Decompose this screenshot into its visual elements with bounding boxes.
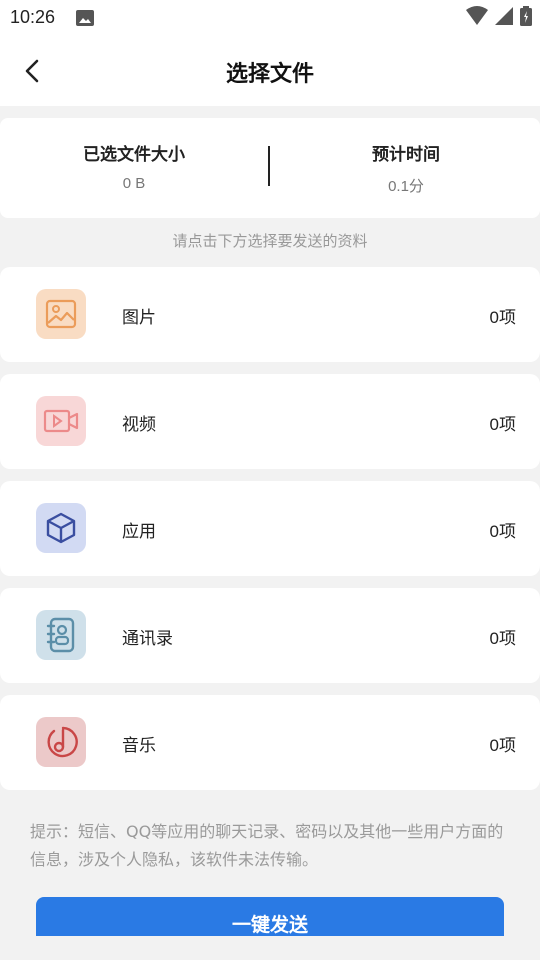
status-time: 10:26 (10, 7, 56, 27)
file-type-count: 0项 (489, 629, 516, 648)
privacy-tip: 提示：短信、QQ等应用的聊天记录、密码以及其他一些用户方面的信息，涉及个人隐私，… (30, 822, 504, 869)
file-type-count: 0项 (489, 308, 516, 327)
status-bar: 10:26 (0, 0, 540, 36)
select-hint: 请点击下方选择要发送的资料 (172, 232, 368, 250)
file-type-row-apps[interactable]: 应用 0项 (0, 481, 540, 576)
file-type-row-contacts[interactable]: 通讯录 0项 (0, 588, 540, 683)
file-type-name: 通讯录 (122, 629, 173, 649)
music-icon (36, 717, 86, 767)
file-type-count: 0项 (489, 415, 516, 434)
contacts-icon (36, 610, 86, 660)
app-header: 选择文件 (0, 36, 540, 106)
estimated-time-label: 预计时间 (372, 145, 440, 165)
app-cube-icon (36, 503, 86, 553)
selected-size-block: 已选文件大小 0 B (14, 140, 254, 192)
battery-icon (520, 6, 532, 30)
summary-divider (268, 146, 270, 186)
file-type-count: 0项 (489, 522, 516, 541)
file-type-row-videos[interactable]: 视频 0项 (0, 374, 540, 469)
image-icon (36, 289, 86, 339)
bottom-edge (0, 936, 540, 960)
file-type-name: 图片 (122, 308, 156, 328)
wifi-icon (466, 6, 488, 30)
file-type-row-images[interactable]: 图片 0项 (0, 267, 540, 362)
file-type-count: 0项 (489, 736, 516, 755)
estimated-time-value: 0.1分 (388, 178, 424, 195)
file-type-name: 视频 (122, 415, 156, 435)
video-icon (36, 396, 86, 446)
estimated-time-block: 预计时间 0.1分 (286, 140, 526, 196)
file-type-row-music[interactable]: 音乐 0项 (0, 695, 540, 790)
file-type-name: 应用 (122, 522, 156, 542)
status-icons (466, 6, 532, 30)
selected-size-value: 0 B (122, 175, 146, 192)
selected-size-label: 已选文件大小 (83, 145, 185, 165)
page-title: 选择文件 (225, 62, 314, 87)
cellular-signal-icon (494, 6, 514, 30)
selection-summary-card: 已选文件大小 0 B 预计时间 0.1分 (0, 118, 540, 218)
file-type-name: 音乐 (122, 736, 156, 756)
gallery-notification-icon (76, 10, 94, 26)
